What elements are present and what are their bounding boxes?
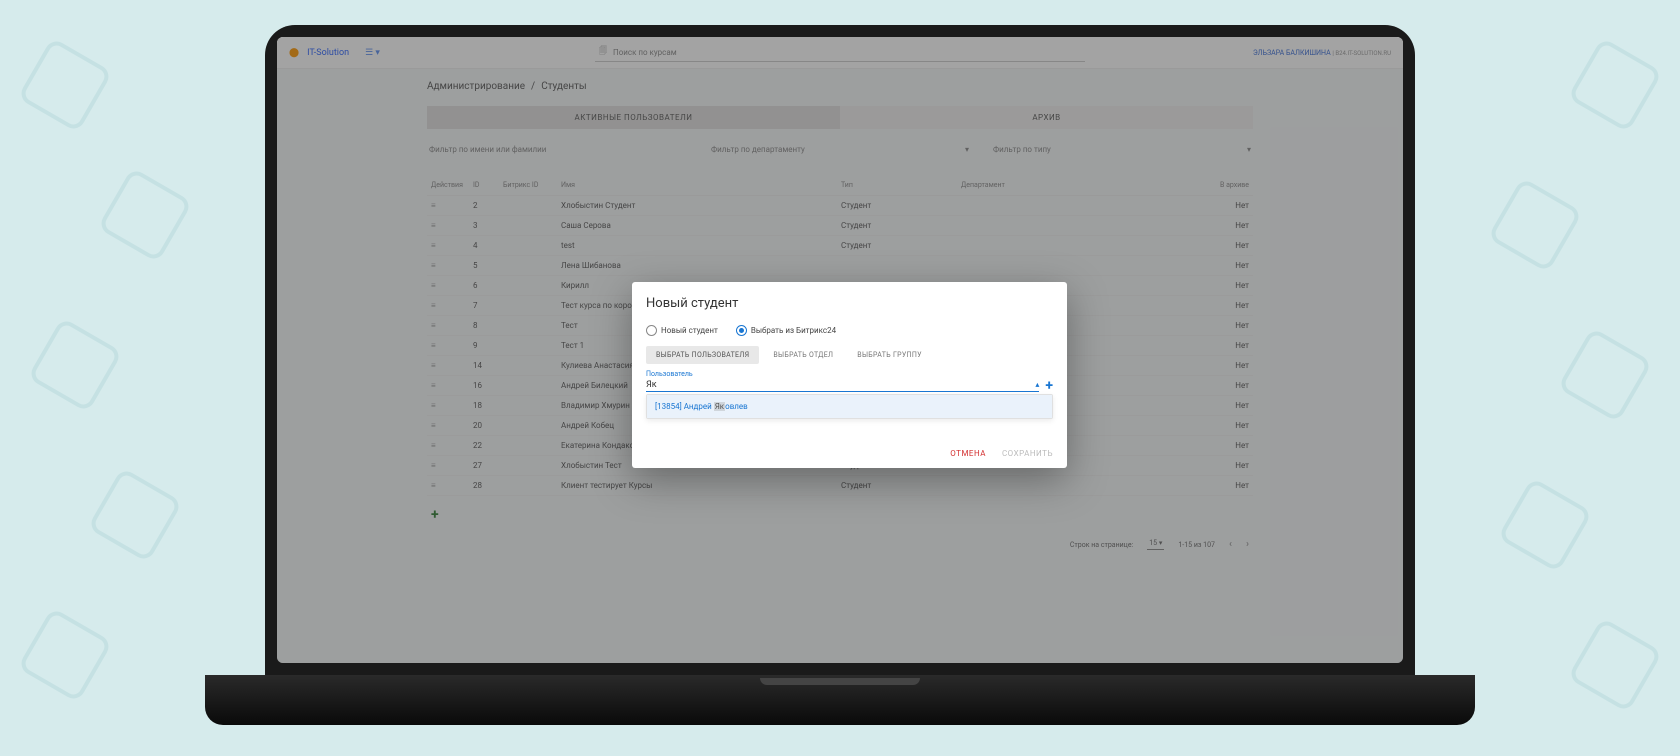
subtab-select-user[interactable]: ВЫБРАТЬ ПОЛЬЗОВАТЕЛЯ <box>646 346 759 364</box>
user-autocomplete-input[interactable]: ▴ <box>646 380 1039 392</box>
radio-off-icon <box>646 325 657 336</box>
cancel-button[interactable]: ОТМЕНА <box>950 449 986 458</box>
radio-from-bitrix24[interactable]: Выбрать из Битрикс24 <box>736 325 836 336</box>
modal-actions: ОТМЕНА СОХРАНИТЬ <box>646 449 1053 458</box>
subtab-select-dept[interactable]: ВЫБРАТЬ ОТДЕЛ <box>763 346 843 364</box>
source-radio-group: Новый студент Выбрать из Битрикс24 <box>646 325 1053 336</box>
radio-on-icon <box>736 325 747 336</box>
new-student-modal: Новый студент Новый студент Выбрать из Б… <box>632 282 1067 468</box>
select-subtabs: ВЫБРАТЬ ПОЛЬЗОВАТЕЛЯ ВЫБРАТЬ ОТДЕЛ ВЫБРА… <box>646 346 1053 364</box>
user-field-label: Пользователь <box>646 370 1053 378</box>
autocomplete-option[interactable]: [13854] Андрей Яковлев <box>647 395 1052 418</box>
save-button[interactable]: СОХРАНИТЬ <box>1002 449 1053 458</box>
laptop-base <box>205 675 1475 725</box>
app-screen: ⬤ IT-Solution ☰ ▾ 🗐 Поиск по курсам ЭЛЬЗ… <box>277 37 1403 663</box>
autocomplete-dropdown: [13854] Андрей Яковлев <box>646 394 1053 419</box>
modal-title: Новый студент <box>646 296 1053 311</box>
laptop-mockup: ⬤ IT-Solution ☰ ▾ 🗐 Поиск по курсам ЭЛЬЗ… <box>205 25 1475 756</box>
dropdown-caret-icon[interactable]: ▴ <box>1035 380 1039 390</box>
radio-new-student[interactable]: Новый студент <box>646 325 718 336</box>
user-input[interactable] <box>646 380 1035 390</box>
subtab-select-group[interactable]: ВЫБРАТЬ ГРУППУ <box>847 346 932 364</box>
add-user-button[interactable]: + <box>1045 378 1053 394</box>
